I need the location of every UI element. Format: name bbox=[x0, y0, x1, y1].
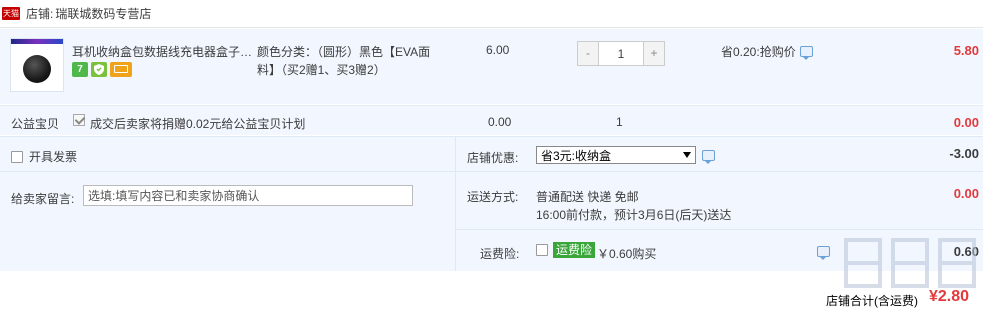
promotion-info: 省0.20:抢购价 bbox=[721, 43, 813, 60]
seven-day-return-icon[interactable]: 7 bbox=[72, 62, 88, 77]
sku-info: 颜色分类：（圆形）黑色【EVA面 料】（买2赠1、买3赠2） bbox=[257, 43, 447, 79]
promotion-text: 省0.20:抢购价 bbox=[721, 45, 796, 59]
charity-row: 公益宝贝 成交后卖家将捐赠0.02元给公益宝贝计划 0.00 1 0.00 bbox=[0, 105, 983, 135]
guarantee-shield-icon[interactable] bbox=[91, 62, 107, 77]
chat-bubble-icon[interactable] bbox=[799, 46, 813, 60]
invoice-checkbox[interactable] bbox=[11, 150, 23, 163]
quantity-decrease-button[interactable]: - bbox=[578, 42, 598, 65]
tmall-badge: 天猫 bbox=[2, 7, 20, 20]
site-watermark bbox=[844, 238, 976, 288]
charity-checkbox bbox=[73, 114, 85, 126]
sku-line-1: 颜色分类：（圆形）黑色【EVA面 bbox=[257, 45, 431, 59]
shop-header: 天猫 店铺: 瑞联城数码专营店 bbox=[0, 0, 983, 28]
shop-name-link[interactable]: 瑞联城数码专营店 bbox=[55, 5, 151, 22]
quantity-input[interactable] bbox=[598, 42, 644, 65]
earphone-case-image bbox=[23, 55, 51, 83]
charity-subtotal: 0.00 bbox=[953, 115, 979, 130]
insurance-price: ￥0.60购买 bbox=[597, 247, 657, 261]
options-divider-left bbox=[0, 171, 455, 172]
quantity-stepper: - + bbox=[577, 41, 665, 66]
invoice-label: 开具发票 bbox=[29, 150, 78, 164]
seller-message-input[interactable] bbox=[83, 185, 413, 206]
sku-line-2: 料】（买2赠1、买3赠2） bbox=[257, 63, 386, 77]
options-divider-right-1 bbox=[456, 171, 983, 172]
shop-total-row: 店铺合计(含运费) ¥2.80 bbox=[0, 272, 983, 313]
shipping-amount: 0.00 bbox=[953, 186, 979, 201]
shipping-method: 普通配送 快递 免邮 bbox=[536, 190, 639, 204]
thumbnail-banner bbox=[11, 39, 63, 44]
unit-price: 6.00 bbox=[486, 43, 510, 57]
charity-price: 0.00 bbox=[488, 115, 512, 129]
quantity-increase-button[interactable]: + bbox=[644, 42, 664, 65]
chevron-down-icon bbox=[683, 152, 691, 158]
options-divider bbox=[455, 136, 456, 271]
shop-discount-amount: -3.00 bbox=[949, 146, 979, 161]
item-subtotal: 5.80 bbox=[953, 43, 979, 58]
insurance-checkbox[interactable] bbox=[536, 244, 548, 256]
invoice-option[interactable]: 开具发票 bbox=[11, 148, 77, 165]
product-thumbnail[interactable] bbox=[10, 38, 64, 92]
shop-discount-select[interactable]: 省3元:收纳盒 bbox=[536, 146, 696, 164]
shipping-eta: 16:00前付款，预计3月6日(后天)送达 bbox=[536, 208, 732, 222]
shipping-label: 运送方式: bbox=[467, 190, 519, 204]
insurance-label: 运费险: bbox=[480, 247, 520, 261]
discount-info-icon[interactable] bbox=[702, 150, 715, 164]
shop-discount-label: 店铺优惠: bbox=[467, 151, 519, 165]
insurance-tag: 运费险 bbox=[553, 242, 596, 258]
shop-discount-selected: 省3元:收纳盒 bbox=[541, 148, 612, 163]
shop-label: 店铺: bbox=[26, 7, 54, 21]
insurance-info-icon[interactable] bbox=[817, 246, 830, 260]
charity-quantity: 1 bbox=[616, 115, 623, 129]
charity-label: 公益宝贝 bbox=[11, 117, 60, 131]
service-badges: 7 bbox=[72, 62, 132, 77]
message-label: 给卖家留言: bbox=[11, 192, 75, 206]
cart-item-row: 耳机收纳盒包数据线充电器盒子… 7 颜色分类：（圆形）黑色【EVA面 料】（买2… bbox=[0, 29, 983, 104]
credit-card-icon[interactable] bbox=[110, 62, 132, 77]
charity-text: 成交后卖家将捐赠0.02元给公益宝贝计划 bbox=[90, 117, 306, 131]
product-title-link[interactable]: 耳机收纳盒包数据线充电器盒子… bbox=[72, 43, 252, 60]
